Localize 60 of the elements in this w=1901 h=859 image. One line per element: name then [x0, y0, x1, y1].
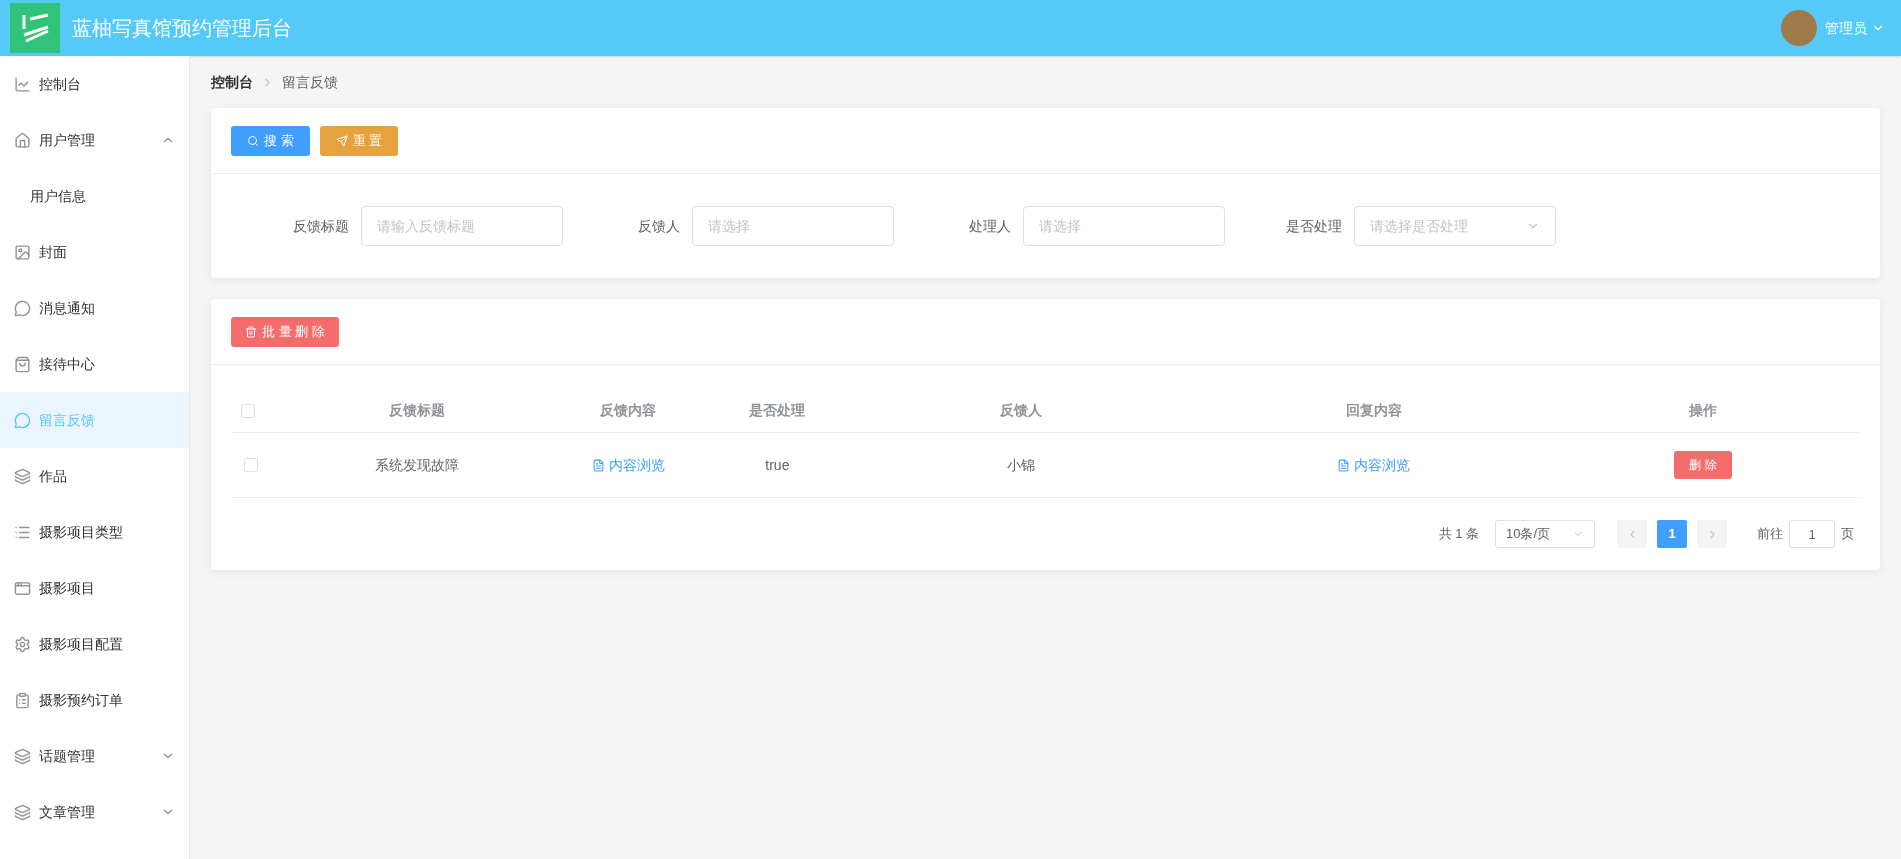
sidebar-item[interactable]: 消息通知 [0, 280, 189, 336]
column-header: 操作 [1688, 401, 1719, 420]
layers-icon [14, 747, 31, 765]
page-number-field[interactable]: 1 [1789, 520, 1835, 548]
chart-icon [14, 75, 31, 93]
sidebar-item[interactable]: 话题管理 [0, 728, 189, 784]
input-field[interactable]: 请输入反馈标题 [361, 206, 563, 246]
next-page-button[interactable] [1697, 520, 1727, 548]
row-checkbox[interactable] [244, 458, 258, 472]
window-icon [14, 579, 31, 597]
settings-icon [14, 635, 31, 653]
sidebar-item[interactable]: 封面 [0, 224, 189, 280]
bag-icon [14, 355, 31, 373]
clipboard-icon [14, 691, 31, 709]
send-icon [335, 134, 348, 147]
input-field[interactable]: 请选择 [1023, 206, 1225, 246]
document-icon [1337, 458, 1351, 472]
layers-icon [14, 467, 31, 485]
sidebar-item[interactable]: 控制台 [0, 56, 189, 112]
document-icon [591, 458, 605, 472]
sidebar-item[interactable]: 作品 [0, 448, 189, 504]
table-cell-text: true [764, 455, 791, 475]
sidebar-item[interactable]: 摄影项目 [0, 560, 189, 616]
layers-icon [14, 803, 31, 821]
avatar [1781, 10, 1817, 46]
previous-page-button[interactable] [1617, 520, 1647, 548]
column-header: 回复内容 [1344, 401, 1403, 420]
total-count: 共 1 条 [1438, 525, 1479, 544]
breadcrumb-item[interactable]: 控制台 [211, 71, 253, 93]
field-label: 反馈标题 [292, 216, 350, 236]
sidebar-item[interactable]: 摄影项目类型 [0, 504, 189, 560]
column-header: 反馈标题 [387, 401, 446, 420]
field-label: 处理人 [968, 216, 1012, 236]
goto-label: 前往 [1757, 525, 1783, 544]
trash-icon [245, 325, 257, 338]
page-suffix: 页 [1841, 525, 1854, 544]
page-size-select[interactable]: 10条/页 [1495, 520, 1595, 548]
sidebar-item[interactable]: 摄影项目配置 [0, 616, 189, 672]
table-cell-text: 系统发现故障 [373, 455, 460, 475]
field-label: 反馈人 [637, 216, 681, 236]
sidebar-item[interactable]: 用户管理 [0, 112, 189, 168]
input-field[interactable]: 请选择 [692, 206, 894, 246]
sidebar-subitem[interactable]: 用户信息 [0, 168, 189, 224]
sidebar-item[interactable]: 文章管理 [0, 784, 189, 840]
column-header: 反馈内容 [599, 401, 658, 420]
image-icon [14, 243, 31, 261]
sidebar-item[interactable]: 摄影预约订单 [0, 672, 189, 728]
field-label: 是否处理 [1285, 216, 1343, 236]
sidebar-item[interactable]: 接待中心 [0, 336, 189, 392]
breadcrumb-item: 留言反馈 [282, 72, 338, 92]
table-cell-text: 小锦 [1005, 455, 1036, 475]
column-header: 是否处理 [748, 401, 807, 420]
select-all-checkbox[interactable] [241, 403, 255, 418]
home-icon [14, 131, 31, 149]
chat-bubble-icon [14, 411, 31, 429]
logo-icon [10, 3, 60, 53]
column-header: 反馈人 [998, 401, 1043, 420]
chat-bubble-icon [14, 299, 31, 317]
search-icon [247, 134, 259, 147]
app-title: 蓝柚写真馆预约管理后台 [72, 16, 292, 41]
